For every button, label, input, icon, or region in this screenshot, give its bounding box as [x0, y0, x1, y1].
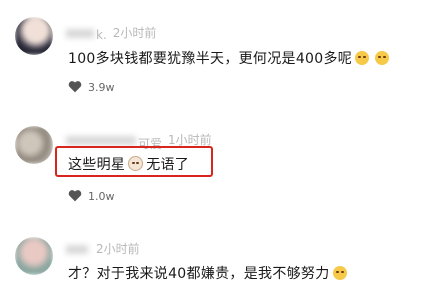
- comment-text: 才？对于我来说40都嫌贵，是我不够努力: [68, 263, 350, 283]
- highlight-box: [55, 146, 213, 177]
- comment-text: 100多块钱都要犹豫半天，更何况是400多呢: [68, 48, 392, 68]
- avatar[interactable]: [15, 126, 53, 164]
- username-blurred[interactable]: [66, 29, 94, 38]
- like-button[interactable]: 3.9w: [68, 80, 115, 94]
- avatar[interactable]: [15, 17, 53, 55]
- timestamp: 1小时前: [168, 133, 212, 147]
- heart-icon: [68, 81, 82, 93]
- laugh-cry-emoji: [375, 51, 390, 65]
- like-count: 1.0w: [88, 190, 115, 203]
- heart-icon: [68, 190, 82, 202]
- avatar[interactable]: [15, 237, 53, 275]
- like-button[interactable]: 1.0w: [68, 189, 115, 203]
- like-count: 3.9w: [88, 81, 115, 94]
- laugh-cry-emoji: [355, 51, 370, 65]
- username[interactable]: 可爱: [138, 135, 162, 151]
- username-blurred[interactable]: [66, 136, 136, 145]
- laugh-cry-emoji: [332, 266, 347, 280]
- timestamp: 2小时前: [96, 242, 140, 256]
- username[interactable]: k.: [96, 28, 107, 42]
- timestamp: 2小时前: [112, 26, 157, 40]
- username-blurred[interactable]: [66, 245, 88, 254]
